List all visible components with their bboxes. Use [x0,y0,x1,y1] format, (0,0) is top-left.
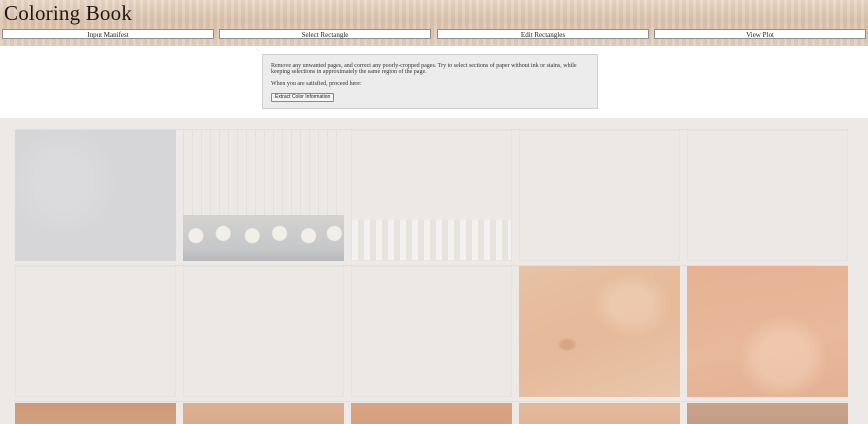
tab-view-plot[interactable]: View Plot [654,29,866,39]
instructions-text: Remove any unwanted pages, and correct a… [271,63,577,76]
page-thumbnail-ornament [183,215,344,261]
page-thumbnail[interactable] [519,403,680,424]
app-header: Coloring Book Input Manifest Select Rect… [0,0,868,46]
page-gallery [0,118,868,424]
page-thumbnail[interactable] [687,403,848,424]
row-divider [14,401,848,402]
page-thumbnail[interactable] [351,403,512,424]
page-thumbnail[interactable] [15,130,176,261]
page-thumbnail[interactable] [351,266,512,397]
page-thumbnail[interactable] [351,130,512,261]
nav-tabs: Input Manifest Select Rectangle Edit Rec… [2,29,868,41]
tab-input-manifest[interactable]: Input Manifest [2,29,214,39]
page-thumbnail[interactable] [687,266,848,397]
page-thumbnail[interactable] [183,266,344,397]
tab-select-rectangle[interactable]: Select Rectangle [219,29,431,39]
tab-edit-rectangles[interactable]: Edit Rectangles [437,29,649,39]
page-thumbnail[interactable] [687,130,848,261]
instructions-panel: Remove any unwanted pages, and correct a… [262,54,598,109]
app-title: Coloring Book [4,1,133,25]
page-thumbnail-ornament [352,220,511,260]
page-thumbnail[interactable] [183,130,344,261]
page-thumbnail[interactable] [15,266,176,397]
page-thumbnail[interactable] [519,130,680,261]
extract-color-button[interactable]: Extract Color Information [271,93,335,102]
page-thumbnail[interactable] [519,266,680,397]
page-thumbnail[interactable] [15,403,176,424]
proceed-text: When you are satisfied, proceed here: [271,80,362,87]
page-thumbnail[interactable] [183,403,344,424]
